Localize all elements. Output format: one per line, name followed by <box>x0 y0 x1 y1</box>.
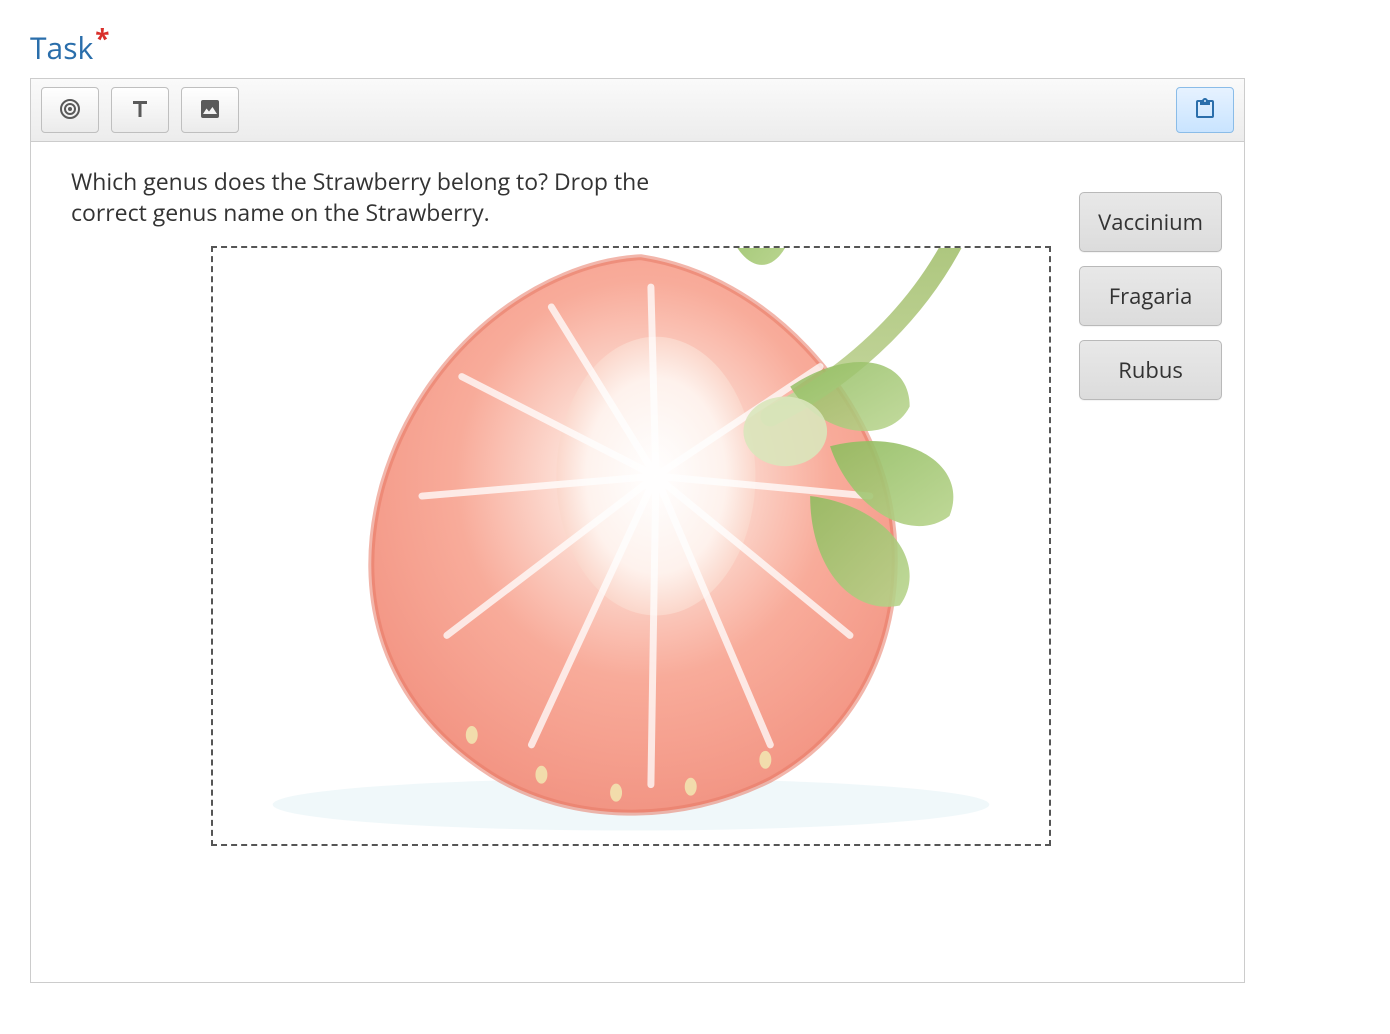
drag-items-container: Vaccinium Fragaria Rubus <box>1079 192 1222 400</box>
strawberry-image <box>213 246 1049 844</box>
task-panel: Which genus does the Strawberry belong t… <box>30 78 1245 983</box>
target-tool-button[interactable] <box>41 87 99 133</box>
clipboard-button[interactable] <box>1176 87 1234 133</box>
drop-zone[interactable] <box>211 246 1051 846</box>
drag-item-fragaria[interactable]: Fragaria <box>1079 266 1222 326</box>
text-icon <box>128 97 152 124</box>
content-area: Which genus does the Strawberry belong t… <box>31 142 1244 982</box>
section-title-text: Task <box>30 27 93 68</box>
required-asterisk: * <box>95 20 109 56</box>
target-icon <box>58 97 82 124</box>
drag-item-label: Vaccinium <box>1098 207 1203 237</box>
drag-item-vaccinium[interactable]: Vaccinium <box>1079 192 1222 252</box>
left-content: Which genus does the Strawberry belong t… <box>71 166 1214 942</box>
section-title: Task* <box>30 20 1360 68</box>
image-icon <box>198 97 222 124</box>
drag-item-label: Fragaria <box>1109 281 1193 311</box>
text-tool-button[interactable] <box>111 87 169 133</box>
toolbar <box>31 79 1244 142</box>
image-tool-button[interactable] <box>181 87 239 133</box>
toolbar-left-group <box>41 87 239 133</box>
drag-item-rubus[interactable]: Rubus <box>1079 340 1222 400</box>
toolbar-right-group <box>1176 87 1234 133</box>
drag-item-label: Rubus <box>1118 355 1183 385</box>
question-prompt: Which genus does the Strawberry belong t… <box>71 166 711 228</box>
clipboard-icon <box>1193 97 1217 124</box>
